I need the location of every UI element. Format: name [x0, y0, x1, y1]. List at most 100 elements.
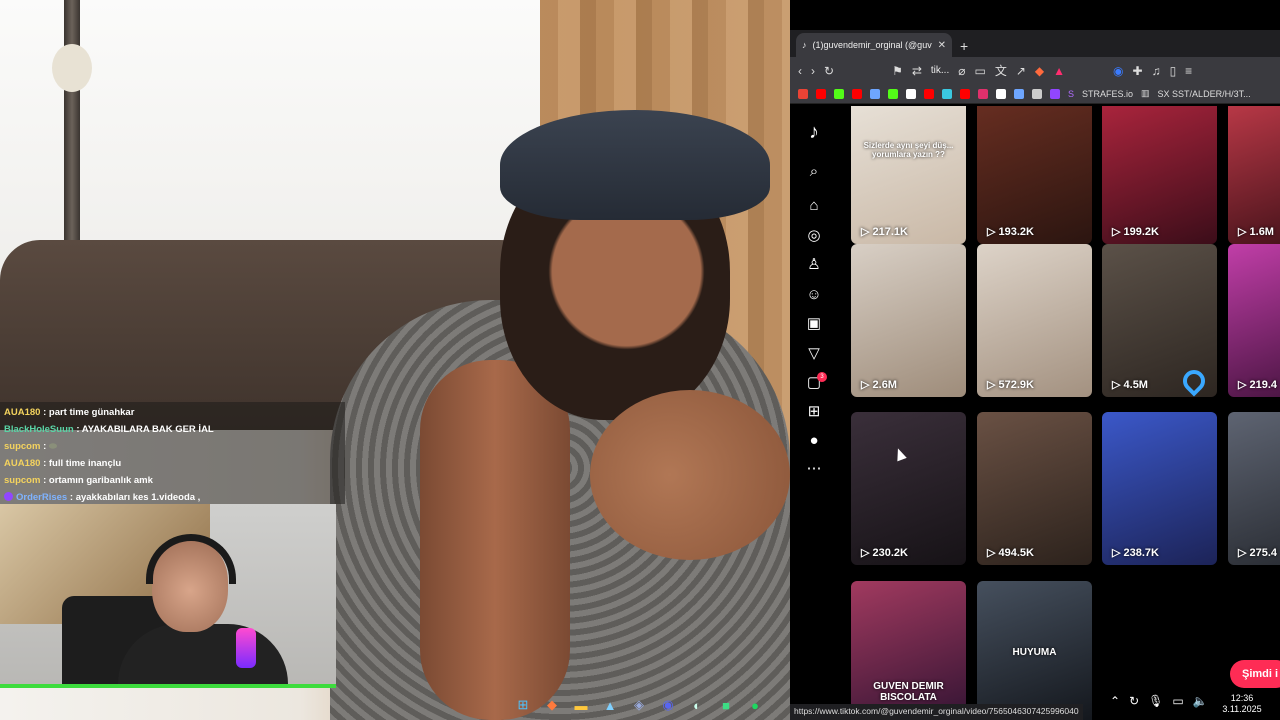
chat-username[interactable]: OrderRises: [16, 492, 67, 503]
bookmark-icon[interactable]: ⚑: [892, 64, 903, 78]
media-icon[interactable]: ♫: [1152, 64, 1161, 78]
x-icon[interactable]: [996, 88, 1006, 99]
video-tile[interactable]: ▷ 230.2K: [851, 412, 966, 565]
chevron-up-icon[interactable]: ⌃: [1110, 694, 1120, 708]
chat-username[interactable]: supcom: [4, 475, 40, 486]
spotify-icon[interactable]: ●: [744, 694, 766, 716]
volume-icon[interactable]: 🔈: [1193, 694, 1208, 708]
site-settings-icon[interactable]: ⇄: [912, 64, 922, 78]
video-tile[interactable]: ▷ 219.4: [1228, 244, 1280, 397]
mute-tab-icon[interactable]: ⌀: [958, 64, 965, 78]
video-tile[interactable]: ▷ 199.2K: [1102, 106, 1217, 244]
chat-message: AUA180 : full time inançlu: [4, 455, 341, 472]
microphone-icon[interactable]: 🎙: [1148, 694, 1163, 708]
gmail-icon[interactable]: [798, 88, 808, 99]
tab-tiktok[interactable]: ♪ (1)guvendemir_orginal (@guven ✕: [796, 33, 952, 57]
streamer-webcam: [0, 504, 336, 688]
chat-username[interactable]: AUA180: [4, 407, 40, 418]
video-tile[interactable]: ▷ 238.7K: [1102, 412, 1217, 565]
twitch-icon[interactable]: [1050, 88, 1060, 99]
share-icon[interactable]: ↗: [1016, 64, 1026, 78]
messages-icon[interactable]: ▽: [804, 344, 824, 364]
video-tile[interactable]: GUVEN DEMIR BISCOLATA▷ 263.5K: [851, 581, 966, 720]
video-tile[interactable]: HUYUMA▷ 272.3K: [977, 581, 1092, 720]
brave-shield-icon[interactable]: ◆: [1035, 64, 1044, 78]
tiktok-icon[interactable]: [906, 88, 916, 99]
bookmark-icon[interactable]: [1032, 88, 1042, 99]
chat-username[interactable]: BlackHoleSuun: [4, 424, 74, 435]
menu-icon[interactable]: ≡: [1185, 64, 1192, 78]
video-tile[interactable]: ▷ 572.9K: [977, 244, 1092, 397]
view-count-label: ▷ 4.5M: [1112, 378, 1148, 391]
tiktok-sidebar: ♪ ⌕ ⌂ ◎ ♙ ☺ ▣ ▽ ▢ 3 ⊞ ● ⋯: [790, 106, 838, 720]
brave-rewards-icon[interactable]: ▲: [1053, 64, 1065, 78]
video-tile[interactable]: Sizlerde aynı şeyi düş... yorumlara yazı…: [851, 106, 966, 244]
instagram-icon[interactable]: [978, 88, 988, 99]
folder-icon: ▥: [1141, 88, 1150, 98]
following-icon[interactable]: ♙: [804, 255, 824, 275]
video-tile[interactable]: ▷ 193.2K: [977, 106, 1092, 244]
network-icon[interactable]: ▭: [1172, 694, 1183, 708]
translate-icon[interactable]: 文: [995, 62, 1007, 79]
bookmark-strafes[interactable]: STRAFES.io: [1082, 89, 1133, 99]
chat-username[interactable]: AUA180: [4, 458, 40, 469]
play-icon: ▷: [1238, 379, 1250, 391]
play-icon: ▷: [987, 226, 999, 238]
bookmark-icon[interactable]: [942, 88, 952, 99]
discord-icon[interactable]: ◉: [657, 694, 679, 716]
video-tile[interactable]: ▷ 494.5K: [977, 412, 1092, 565]
kick-icon[interactable]: [834, 88, 844, 99]
home-icon[interactable]: ⌂: [804, 196, 824, 216]
file-explorer-icon[interactable]: ▬: [570, 694, 592, 716]
video-tile[interactable]: ▷ 2.6M: [851, 244, 966, 397]
search-icon[interactable]: ⌕: [804, 162, 824, 182]
upload-icon[interactable]: ⊞: [804, 402, 824, 422]
youtube-icon[interactable]: [960, 88, 970, 99]
play-icon: ▷: [861, 547, 873, 559]
view-count-label: ▷ 230.2K: [861, 546, 908, 559]
view-count: 572.9K: [998, 379, 1034, 391]
live-icon[interactable]: ▣: [804, 314, 824, 334]
bookmark-icon[interactable]: [870, 88, 880, 99]
tiktok-logo-icon[interactable]: ♪: [804, 122, 824, 142]
bookmark-icon[interactable]: [1014, 88, 1024, 99]
emote-icon: ⬬: [48, 441, 58, 452]
bookmark-folder[interactable]: SX SST/ALDER/H/3T...: [1158, 89, 1251, 99]
sidebar-icon[interactable]: ▯: [1170, 64, 1177, 78]
video-tile[interactable]: ▷ 275.4: [1228, 412, 1280, 565]
friends-icon[interactable]: ☺: [804, 285, 824, 305]
close-icon[interactable]: ✕: [938, 40, 946, 51]
tab-title: (1)guvendemir_orginal (@guven: [812, 40, 932, 50]
taskbar-clock[interactable]: 12:36 3.11.2025: [1212, 693, 1272, 715]
brave-icon[interactable]: ◆: [541, 694, 563, 716]
chat-username[interactable]: supcom: [4, 441, 40, 452]
subscriber-badge-icon: [4, 492, 13, 501]
steam-icon[interactable]: ◐: [686, 694, 708, 716]
app-icon[interactable]: ■: [715, 694, 737, 716]
back-icon[interactable]: ‹: [798, 64, 802, 78]
new-tab-icon[interactable]: +: [960, 38, 968, 54]
stream-screen: AUA180 : part time günahkar BlackHoleSuun…: [0, 0, 1280, 720]
address-bar[interactable]: tik...: [931, 65, 949, 76]
youtube-icon[interactable]: [924, 88, 934, 99]
get-app-button[interactable]: Şimdi i: [1230, 660, 1280, 688]
more-icon[interactable]: ⋯: [804, 459, 824, 479]
explore-icon[interactable]: ◎: [804, 226, 824, 246]
kick-icon[interactable]: [888, 88, 898, 99]
cast-icon[interactable]: ▭: [974, 64, 985, 78]
app-icon[interactable]: ◈: [628, 694, 650, 716]
photos-icon[interactable]: ▲: [599, 694, 621, 716]
youtube-icon[interactable]: [816, 88, 826, 99]
extension-icon[interactable]: ◉: [1113, 64, 1123, 78]
play-icon: ▷: [861, 379, 873, 391]
youtube-icon[interactable]: [852, 88, 862, 99]
sync-icon[interactable]: ↻: [1129, 694, 1139, 708]
forward-icon[interactable]: ›: [811, 64, 815, 78]
reload-icon[interactable]: ↻: [824, 64, 834, 78]
extensions-puzzle-icon[interactable]: ✚: [1133, 64, 1143, 78]
chat-separator: :: [67, 492, 76, 503]
profile-avatar[interactable]: ●: [804, 431, 824, 451]
chat-message: AUA180 : part time günahkar: [4, 404, 341, 421]
video-tile[interactable]: ▷ 1.6M: [1228, 106, 1280, 244]
windows-start-icon[interactable]: ⊞: [512, 694, 534, 716]
